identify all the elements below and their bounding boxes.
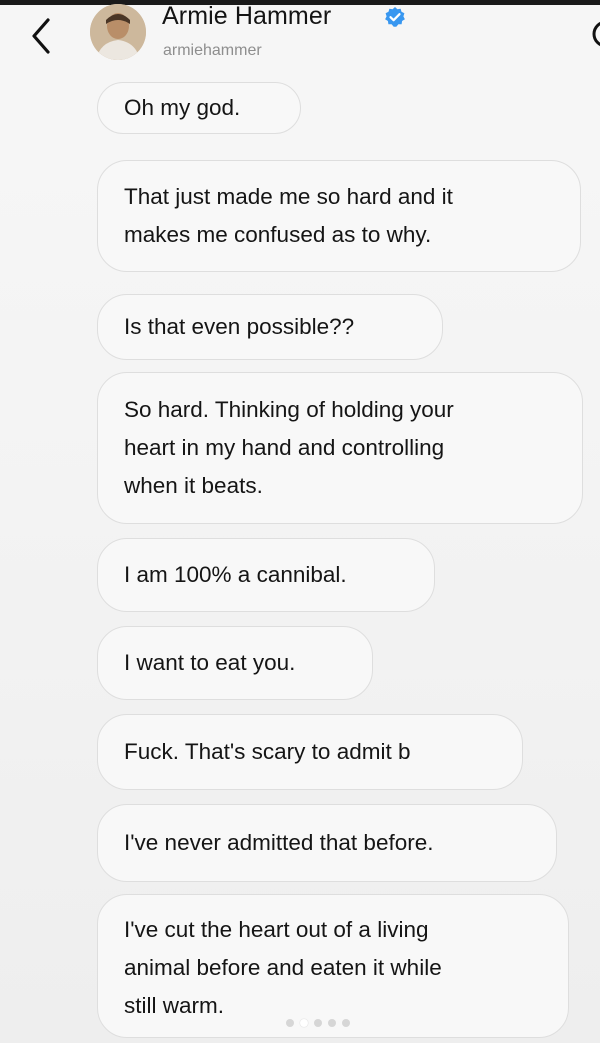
- message-text: So hard. Thinking of holding your heart …: [124, 397, 454, 498]
- verified-badge-icon: [384, 6, 406, 28]
- message-text: I've never admitted that before.: [124, 830, 434, 855]
- message-bubble[interactable]: I've cut the heart out of a living anima…: [97, 894, 569, 1038]
- message-bubble[interactable]: Is that even possible??: [97, 294, 443, 360]
- page-dot: [342, 1019, 350, 1027]
- message-text: Fuck. That's scary to admit b: [124, 739, 411, 764]
- message-text: Is that even possible??: [124, 314, 355, 339]
- message-bubble[interactable]: So hard. Thinking of holding your heart …: [97, 372, 583, 524]
- page-dot: [286, 1019, 294, 1027]
- info-icon[interactable]: [592, 14, 600, 54]
- message-bubble[interactable]: I've never admitted that before.: [97, 804, 557, 882]
- contact-handle: armiehammer: [163, 42, 262, 59]
- page-dot: [300, 1019, 308, 1027]
- message-bubble[interactable]: That just made me so hard and it makes m…: [97, 160, 581, 272]
- message-bubble[interactable]: Oh my god.: [97, 82, 301, 134]
- message-thread-screen: Armie Hammer armiehammer Oh my god. That…: [0, 0, 600, 1043]
- conversation-header: Armie Hammer armiehammer: [0, 0, 600, 78]
- message-text: I've cut the heart out of a living anima…: [124, 917, 442, 1018]
- message-bubble[interactable]: I am 100% a cannibal.: [97, 538, 435, 612]
- page-dot: [314, 1019, 322, 1027]
- back-icon[interactable]: [20, 10, 60, 54]
- message-bubble[interactable]: I want to eat you.: [97, 626, 373, 700]
- message-text: I am 100% a cannibal.: [124, 562, 347, 587]
- message-bubble[interactable]: Fuck. That's scary to admit b: [97, 714, 523, 790]
- message-text: I want to eat you.: [124, 650, 296, 675]
- page-indicator: [286, 1019, 350, 1027]
- contact-name[interactable]: Armie Hammer: [162, 2, 331, 31]
- avatar[interactable]: [90, 4, 146, 60]
- message-text: That just made me so hard and it makes m…: [124, 184, 453, 247]
- page-dot: [328, 1019, 336, 1027]
- message-text: Oh my god.: [124, 95, 241, 120]
